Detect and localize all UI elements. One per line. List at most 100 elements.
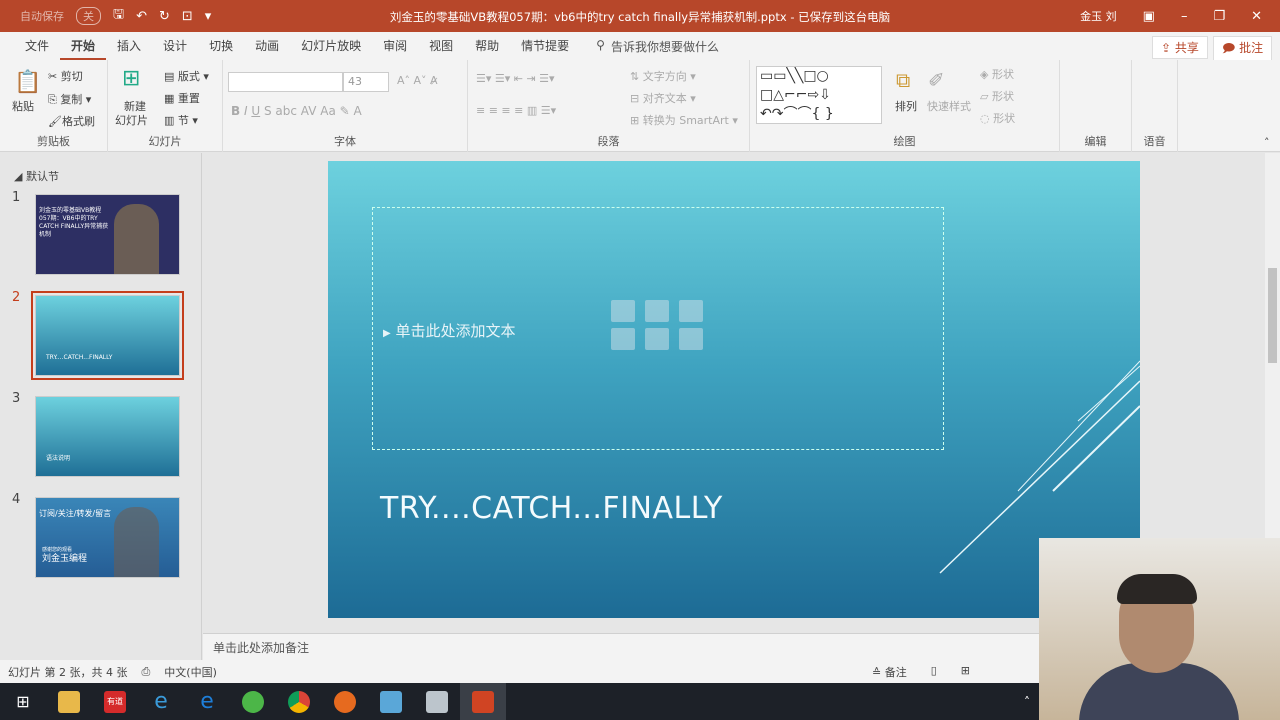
insert-picture-icon[interactable] (611, 328, 635, 350)
minimize-button[interactable]: – (1181, 9, 1188, 24)
align-buttons[interactable]: ≡ ≡ ≡ ≡ ▥ ☰▾ (476, 104, 556, 117)
slide-canvas[interactable]: ▶ 单击此处添加文本 TRY....CATCH...FINALLY (328, 161, 1140, 618)
cut-button[interactable]: ✂ 剪切 (48, 68, 83, 84)
placeholder-text[interactable]: ▶ 单击此处添加文本 (383, 320, 516, 341)
quick-styles-icon[interactable]: ✐ (928, 68, 945, 92)
shape-effects-button[interactable]: ◌ 形状 (980, 110, 1015, 126)
tab-slideshow[interactable]: 幻灯片放映 (290, 32, 372, 60)
start-from-beginning-icon[interactable]: ⊡ (182, 9, 193, 24)
format-painter-button[interactable]: 🖌格式刷 (48, 113, 95, 129)
spellcheck-icon[interactable]: ⎙ (141, 665, 150, 679)
insert-table-icon[interactable] (611, 300, 635, 322)
taskbar-chrome[interactable] (276, 683, 322, 720)
tab-review[interactable]: 审阅 (372, 32, 418, 60)
section-button[interactable]: ▥ 节 ▾ (164, 112, 198, 128)
insert-smartart-icon[interactable] (679, 300, 703, 322)
copy-button[interactable]: ⎘ 复制 ▾ (48, 91, 91, 107)
close-button[interactable]: ✕ (1251, 9, 1262, 24)
slide-thumbnail-3[interactable]: 语法说明 (35, 396, 180, 477)
ribbon: 📋 粘贴 ✂ 剪切 ⎘ 复制 ▾ 🖌格式刷 剪贴板 ⊞ 新建 幻灯片 ▤ 版式 … (0, 60, 1280, 152)
taskbar-edge[interactable]: e (184, 683, 230, 720)
taskbar-youdao[interactable]: 有道 (92, 683, 138, 720)
font-group: 43 A˄ A˅ A̷ B I U S abc AV Aa ✎ A 字体 (223, 60, 468, 152)
shape-outline-button[interactable]: ▱ 形状 (980, 88, 1014, 104)
taskbar-remote-desktop[interactable] (368, 683, 414, 720)
language-indicator[interactable]: 中文(中国) (164, 664, 217, 680)
font-name-input[interactable] (228, 72, 343, 92)
taskbar-firefox[interactable] (322, 683, 368, 720)
thumb-text: 刘金玉的零基础VB教程057期：VB6中的TRY CATCH FINALLY异常… (39, 207, 109, 238)
ribbon-display-icon[interactable]: ▣ (1143, 9, 1155, 24)
tab-animations[interactable]: 动画 (244, 32, 290, 60)
insert-online-picture-icon[interactable] (645, 328, 669, 350)
slide-thumbnail-4[interactable]: 订阅/关注/转发/留言 感谢您的观看 刘金玉编程 (35, 497, 180, 578)
content-placeholder[interactable]: ▶ 单击此处添加文本 (372, 207, 944, 450)
shapes-gallery[interactable]: ▭▭╲╲□○ □△⌐⌐⇨⇩ ↶↷⌒⌒{ } (756, 66, 882, 124)
slides-group: ⊞ 新建 幻灯片 ▤ 版式 ▾ ▦ 重置 ▥ 节 ▾ 幻灯片 (108, 60, 223, 152)
collapse-ribbon-icon[interactable]: ˄ (1264, 136, 1270, 149)
start-button[interactable]: ⊞ (0, 683, 46, 720)
undo-icon[interactable]: ↶ (136, 9, 147, 24)
tab-insert[interactable]: 插入 (106, 32, 152, 60)
paste-icon[interactable]: 📋 (14, 70, 41, 95)
layout-button[interactable]: ▤ 版式 ▾ (164, 68, 209, 84)
normal-view-icon[interactable]: ▯ (931, 664, 937, 680)
tab-view[interactable]: 视图 (418, 32, 464, 60)
slide-title[interactable]: TRY....CATCH...FINALLY (380, 491, 723, 526)
paste-button[interactable]: 粘贴 (12, 98, 34, 114)
tab-transitions[interactable]: 切换 (198, 32, 244, 60)
tell-me-search[interactable]: ⚲ 告诉我你想要做什么 (596, 38, 719, 55)
tab-design[interactable]: 设计 (152, 32, 198, 60)
list-buttons[interactable]: ☰▾ ☰▾ ⇤ ⇥ ☰▾ (476, 72, 555, 85)
section-header[interactable]: ◢ 默认节 (14, 168, 59, 184)
share-icon: ⇪ (1161, 41, 1172, 55)
notes-placeholder[interactable]: 单击此处添加备注 (213, 641, 309, 655)
new-slide-dropdown[interactable]: 幻灯片 (115, 112, 148, 128)
notes-button[interactable]: ≙ 备注 (872, 664, 907, 680)
arrange-button[interactable]: 排列 (895, 98, 917, 114)
slide-thumbnail-1[interactable]: 刘金玉的零基础VB教程057期：VB6中的TRY CATCH FINALLY异常… (35, 194, 180, 275)
reset-button[interactable]: ▦ 重置 (164, 90, 200, 106)
thumb-text: 刘金玉编程 (42, 554, 88, 564)
taskbar-file-explorer[interactable] (46, 683, 92, 720)
font-label: 字体 (334, 135, 356, 148)
autosave-toggle[interactable]: 关 (76, 7, 101, 25)
slide-thumbnail-2[interactable]: TRY....CATCH...FINALLY (31, 291, 184, 380)
insert-video-icon[interactable] (679, 328, 703, 350)
comments-label: 批注 (1239, 41, 1264, 55)
redo-icon[interactable]: ↻ (159, 9, 170, 24)
quick-styles-button[interactable]: 快速样式 (927, 98, 971, 114)
font-size-buttons[interactable]: A˄ A˅ A̷ (397, 74, 438, 87)
font-size-input[interactable]: 43 (343, 72, 389, 92)
tab-file[interactable]: 文件 (14, 32, 60, 60)
editing-label: 编辑 (1084, 135, 1107, 148)
customize-toolbar-icon[interactable]: ▾ (205, 9, 212, 24)
taskbar-powerpoint[interactable] (460, 683, 506, 720)
slide-number: 4 (12, 492, 21, 507)
align-text-button[interactable]: ⊟ 对齐文本 ▾ (630, 90, 696, 106)
user-name[interactable]: 金玉 刘 (1080, 8, 1117, 24)
tab-help[interactable]: 帮助 (464, 32, 510, 60)
scrollbar-thumb[interactable] (1268, 268, 1277, 363)
insert-chart-icon[interactable] (645, 300, 669, 322)
paragraph-label: 段落 (597, 135, 620, 148)
slide-sorter-icon[interactable]: ⊞ (961, 664, 970, 680)
restore-button[interactable]: ❐ (1213, 9, 1225, 24)
tab-storyboard[interactable]: 情节提要 (510, 32, 580, 60)
font-format-buttons[interactable]: B I U S abc AV Aa ✎ A (231, 104, 362, 118)
taskbar-internet-explorer[interactable]: e (138, 683, 184, 720)
arrange-icon[interactable]: ⧉ (896, 68, 910, 92)
comments-button[interactable]: 🗩 批注 (1213, 36, 1273, 63)
clipboard-group: 📋 粘贴 ✂ 剪切 ⎘ 复制 ▾ 🖌格式刷 剪贴板 (0, 60, 108, 152)
share-button[interactable]: ⇪ 共享 (1152, 36, 1208, 59)
new-slide-icon[interactable]: ⊞ (122, 66, 140, 91)
convert-smartart-button[interactable]: ⊞ 转换为 SmartArt ▾ (630, 112, 738, 128)
slide-thumbnails-pane: ◢ 默认节 1 刘金玉的零基础VB教程057期：VB6中的TRY CATCH F… (0, 153, 202, 660)
tab-home[interactable]: 开始 (60, 32, 107, 60)
text-direction-button[interactable]: ⇅ 文字方向 ▾ (630, 68, 696, 84)
show-hidden-icons[interactable]: ˄ (1024, 695, 1030, 709)
taskbar-app[interactable] (414, 683, 460, 720)
shape-fill-button[interactable]: ◈ 形状 (980, 66, 1014, 82)
taskbar-360-browser[interactable] (230, 683, 276, 720)
save-icon[interactable]: 🖫 (113, 5, 124, 27)
